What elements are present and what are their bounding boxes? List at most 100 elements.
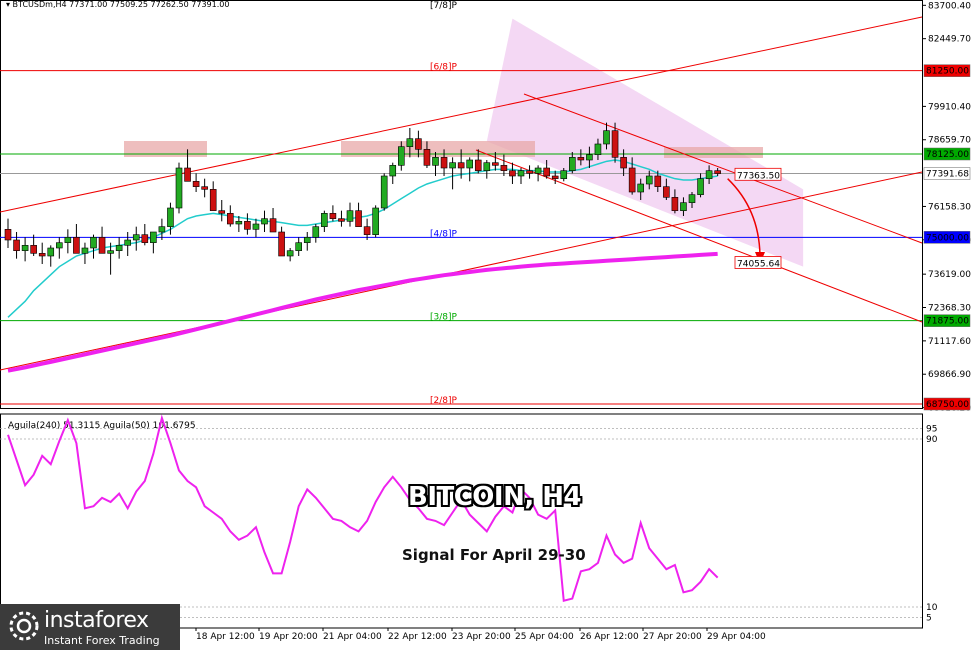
candle-body: [346, 210, 354, 222]
candle-body: [201, 186, 208, 190]
candle-body: [209, 189, 217, 211]
y-tick-label: 82449.70: [928, 35, 971, 45]
murrey-label-1: [6/8]P: [430, 63, 458, 73]
y-tick-label: 71117.60: [928, 337, 971, 347]
candle-body: [295, 242, 303, 251]
candle-body: [406, 138, 414, 147]
x-tick-label: 18 Apr 12:00: [196, 632, 255, 642]
instaforex-logo: instaforex Instant Forex Trading: [0, 604, 180, 650]
candle-body: [73, 237, 80, 254]
osc-level-label: 10: [926, 603, 938, 613]
candle-body: [440, 157, 448, 169]
candle-body: [303, 237, 311, 243]
chart-header: ▾ BTCUSDm,H4 77371.00 77509.25 77262.50 …: [6, 0, 230, 9]
logo-tagline: Instant Forex Trading: [44, 634, 160, 647]
candle-body: [13, 239, 20, 251]
candle-body: [363, 226, 371, 235]
candle-body: [500, 165, 508, 171]
ma200-line: [7, 251, 718, 373]
logo-name: instaforex: [44, 608, 149, 633]
candle-body: [415, 138, 422, 150]
candle-body: [577, 157, 585, 161]
x-tick-label: 19 Apr 20:00: [259, 632, 318, 642]
candle-body: [628, 167, 636, 193]
candle-body: [586, 154, 593, 161]
candle-body: [98, 237, 106, 254]
candle-body: [397, 146, 405, 166]
murrey-label-2: [4/8]P: [430, 229, 458, 239]
candle-body: [30, 245, 37, 254]
candle-body: [603, 130, 610, 145]
x-tick-label: 23 Apr 20:00: [452, 632, 511, 642]
candle-body: [534, 167, 542, 174]
candle-body: [714, 170, 721, 174]
candle-body: [175, 167, 183, 209]
candle-body: [150, 231, 157, 243]
candle-body: [637, 183, 645, 193]
candle-body: [551, 175, 559, 179]
candle-body: [158, 226, 166, 233]
candle-body: [705, 170, 713, 179]
murrey-label-3: [3/8]P: [430, 313, 458, 323]
price-tag-label-5: 68750.00: [926, 400, 969, 410]
candle-body: [132, 234, 140, 241]
oscillator-label: Aguila(240) 51.3115 Aguila(50) 101.6795: [8, 421, 196, 431]
candle-body: [645, 175, 653, 185]
candle-body: [611, 130, 619, 158]
osc-level-label: 5: [926, 614, 932, 624]
candle-body: [252, 223, 260, 230]
candle-body: [355, 210, 362, 227]
candle-body: [141, 234, 149, 243]
candle-body: [474, 159, 482, 171]
candle-body: [312, 226, 320, 238]
candle-body: [483, 162, 491, 171]
x-tick-label: 22 Apr 12:00: [388, 632, 447, 642]
candle-body: [90, 237, 97, 249]
annotation-label-0: 77363.50: [737, 171, 780, 181]
logo-icon: [9, 611, 39, 641]
candle-body: [269, 218, 277, 233]
murrey-label-4: [2/8]P: [430, 396, 458, 406]
candle-body: [560, 170, 568, 179]
candle-body: [227, 213, 234, 225]
y-tick-label: 73619.00: [928, 270, 971, 280]
x-tick-label: 26 Apr 12:00: [580, 632, 639, 642]
price-tag-label-2: 77391.68: [926, 170, 969, 180]
candle-body: [64, 237, 72, 243]
candle-body: [432, 157, 439, 166]
chart-title: BITCOIN, H4: [408, 482, 582, 512]
candle-body: [244, 221, 251, 230]
candle-body: [688, 194, 696, 203]
y-tick-label: 69866.90: [928, 370, 971, 380]
oscillator-line: [7, 414, 719, 602]
candle-body: [21, 245, 29, 251]
resistance-zone-2: [341, 141, 535, 157]
candle-body: [4, 229, 12, 241]
candle-body: [38, 253, 46, 257]
candle-body: [192, 181, 200, 187]
candle-body: [81, 247, 89, 254]
x-tick-label: 29 Apr 04:00: [707, 632, 766, 642]
candle-body: [671, 197, 679, 211]
candle-body: [620, 157, 627, 169]
y-tick-label: 78659.70: [928, 136, 971, 146]
candle-body: [278, 231, 285, 257]
candle-body: [663, 186, 670, 198]
y-tick-label: 83700.40: [928, 1, 971, 11]
candle-body: [124, 239, 131, 246]
candle-body: [261, 218, 268, 225]
price-tag-label-3: 75000.00: [926, 233, 969, 243]
candle-body: [517, 170, 525, 177]
candle-body: [167, 207, 174, 227]
candle-body: [115, 245, 123, 251]
y-tick-label: 76158.30: [928, 202, 971, 212]
candle-body: [543, 167, 550, 177]
candle-body: [235, 221, 243, 225]
price-tag-label-4: 71875.00: [926, 317, 969, 327]
candle-body: [654, 175, 662, 187]
candle-body: [680, 202, 687, 211]
murrey-label-0: [7/8]P: [430, 1, 458, 11]
osc-level-label: 90: [926, 435, 938, 445]
candle-body: [372, 207, 379, 235]
candle-body: [509, 170, 516, 177]
